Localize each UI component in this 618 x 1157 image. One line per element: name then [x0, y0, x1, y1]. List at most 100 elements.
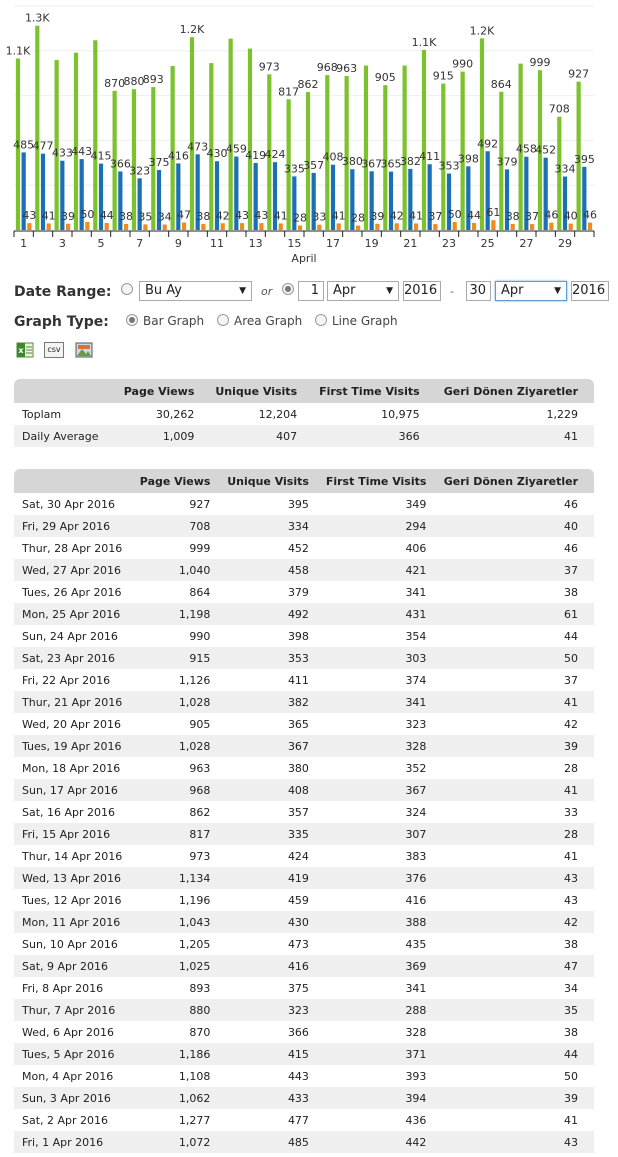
x-tick-label: 19 — [365, 237, 379, 250]
table-cell: 394 — [318, 1087, 437, 1109]
table-cell: Sat, 9 Apr 2016 — [14, 955, 134, 977]
area-graph-radio[interactable] — [217, 314, 229, 326]
table-row: Sun, 3 Apr 2016 1,062 433 394 39 — [14, 1087, 594, 1109]
bar — [85, 222, 90, 230]
line-graph-label[interactable]: Line Graph — [332, 314, 398, 328]
table-cell: 35 — [436, 999, 594, 1021]
start-month-select[interactable]: Apr ▼ — [327, 281, 399, 301]
data-label: 708 — [549, 103, 570, 116]
data-label: 43 — [254, 209, 268, 222]
table-cell: 870 — [189, 1025, 211, 1039]
table-cell: 477 — [287, 1113, 309, 1127]
table-row: Fri, 29 Apr 2016 708 334 294 40 — [14, 515, 594, 537]
table-row: Sun, 24 Apr 2016 990 398 354 44 — [14, 625, 594, 647]
table-cell: 406 — [405, 541, 427, 555]
table-cell: 41 — [564, 849, 578, 863]
csv-export-icon[interactable]: csv — [44, 342, 64, 358]
table-row: Fri, 8 Apr 2016 893 375 341 34 — [14, 977, 594, 999]
bar — [239, 223, 245, 230]
bar — [491, 220, 496, 230]
data-label: 353 — [439, 160, 460, 173]
data-label: 379 — [497, 155, 518, 168]
table-cell: 436 — [405, 1113, 427, 1127]
svg-text:x: x — [18, 346, 24, 355]
period-radio[interactable] — [121, 283, 133, 295]
x-tick-label: 7 — [136, 237, 143, 250]
bar — [355, 225, 361, 230]
table-cell: 1,186 — [133, 1043, 221, 1065]
graph-type-label: Graph Type: — [14, 314, 109, 330]
bar — [220, 223, 225, 230]
excel-export-icon[interactable]: x — [16, 342, 34, 358]
bar — [35, 25, 40, 231]
table-cell: 38 — [564, 585, 578, 599]
data-label: 411 — [419, 150, 440, 163]
data-label: 43 — [22, 209, 36, 222]
table-cell: 50 — [436, 647, 594, 669]
data-label: 38 — [506, 210, 520, 223]
data-label: 41 — [42, 209, 56, 222]
table-cell: 458 — [220, 559, 319, 581]
data-label: 915 — [433, 70, 454, 83]
custom-range-radio[interactable] — [282, 283, 294, 295]
table-cell: 41 — [436, 691, 594, 713]
table-cell: 37 — [436, 559, 594, 581]
table-cell: 39 — [436, 1087, 594, 1109]
data-label: 862 — [297, 78, 318, 91]
table-cell: 430 — [220, 911, 319, 933]
table-cell: 452 — [287, 541, 309, 555]
table-cell: 43 — [564, 893, 578, 907]
table-cell: 383 — [405, 849, 427, 863]
table-cell: Sun, 10 Apr 2016 — [22, 937, 118, 951]
bar-chart: 1.1K1.3K8708808931.2K9738178629689639051… — [6, 5, 597, 265]
bar — [510, 223, 515, 230]
image-export-icon[interactable] — [75, 342, 93, 358]
table-row: Daily Average 1,009 407 366 41 — [14, 425, 594, 447]
area-graph-label[interactable]: Area Graph — [234, 314, 302, 328]
table-cell: 335 — [220, 823, 319, 845]
table-cell: 352 — [405, 761, 427, 775]
table-cell: Wed, 13 Apr 2016 — [14, 867, 134, 889]
table-cell: Sun, 24 Apr 2016 — [22, 629, 118, 643]
data-label: 40 — [564, 210, 578, 223]
table-row: Sat, 16 Apr 2016 862 357 324 33 — [14, 801, 594, 823]
table-cell: 376 — [318, 867, 437, 889]
table-cell: 349 — [405, 497, 427, 511]
bar-graph-radio[interactable] — [126, 314, 138, 326]
summary-header-returning: Geri Dönen Ziyaretler — [429, 379, 594, 403]
table-cell: 388 — [318, 911, 437, 933]
table-cell: Fri, 22 Apr 2016 — [22, 673, 111, 687]
table-cell: 39 — [436, 735, 594, 757]
table-cell: 407 — [204, 425, 308, 447]
data-label: 893 — [143, 73, 164, 86]
start-day-input[interactable]: 1 — [298, 281, 324, 301]
bar — [344, 75, 349, 230]
x-tick-label: 17 — [326, 237, 340, 250]
data-label: 46 — [583, 209, 597, 222]
table-cell: 1,028 — [133, 691, 221, 713]
data-label: 968 — [317, 61, 338, 74]
data-label: 37 — [525, 210, 539, 223]
x-tick-label: 3 — [59, 237, 66, 250]
end-month-select[interactable]: Apr ▼ — [495, 281, 567, 301]
table-cell: 1,009 — [113, 425, 205, 447]
end-day-input[interactable]: 30 — [466, 281, 491, 301]
data-label: 1.3K — [25, 12, 50, 25]
table-cell: 1,134 — [133, 867, 221, 889]
start-year-input[interactable]: 2016 — [403, 281, 441, 301]
data-label: 492 — [477, 137, 498, 150]
end-year-input[interactable]: 2016 — [571, 281, 609, 301]
table-cell: 341 — [405, 981, 427, 995]
data-label: 398 — [458, 152, 479, 165]
x-tick-label: 25 — [481, 237, 495, 250]
data-label: 416 — [168, 149, 189, 162]
table-cell: Thur, 21 Apr 2016 — [14, 691, 134, 713]
table-cell: Sat, 16 Apr 2016 — [22, 805, 116, 819]
bar — [421, 49, 427, 231]
table-cell: 41 — [564, 1113, 578, 1127]
period-select[interactable]: Bu Ay ▼ — [139, 281, 252, 301]
chevron-down-icon: ▼ — [554, 286, 561, 296]
table-cell: Fri, 8 Apr 2016 — [22, 981, 104, 995]
bar-graph-label[interactable]: Bar Graph — [143, 314, 204, 328]
line-graph-radio[interactable] — [315, 314, 327, 326]
